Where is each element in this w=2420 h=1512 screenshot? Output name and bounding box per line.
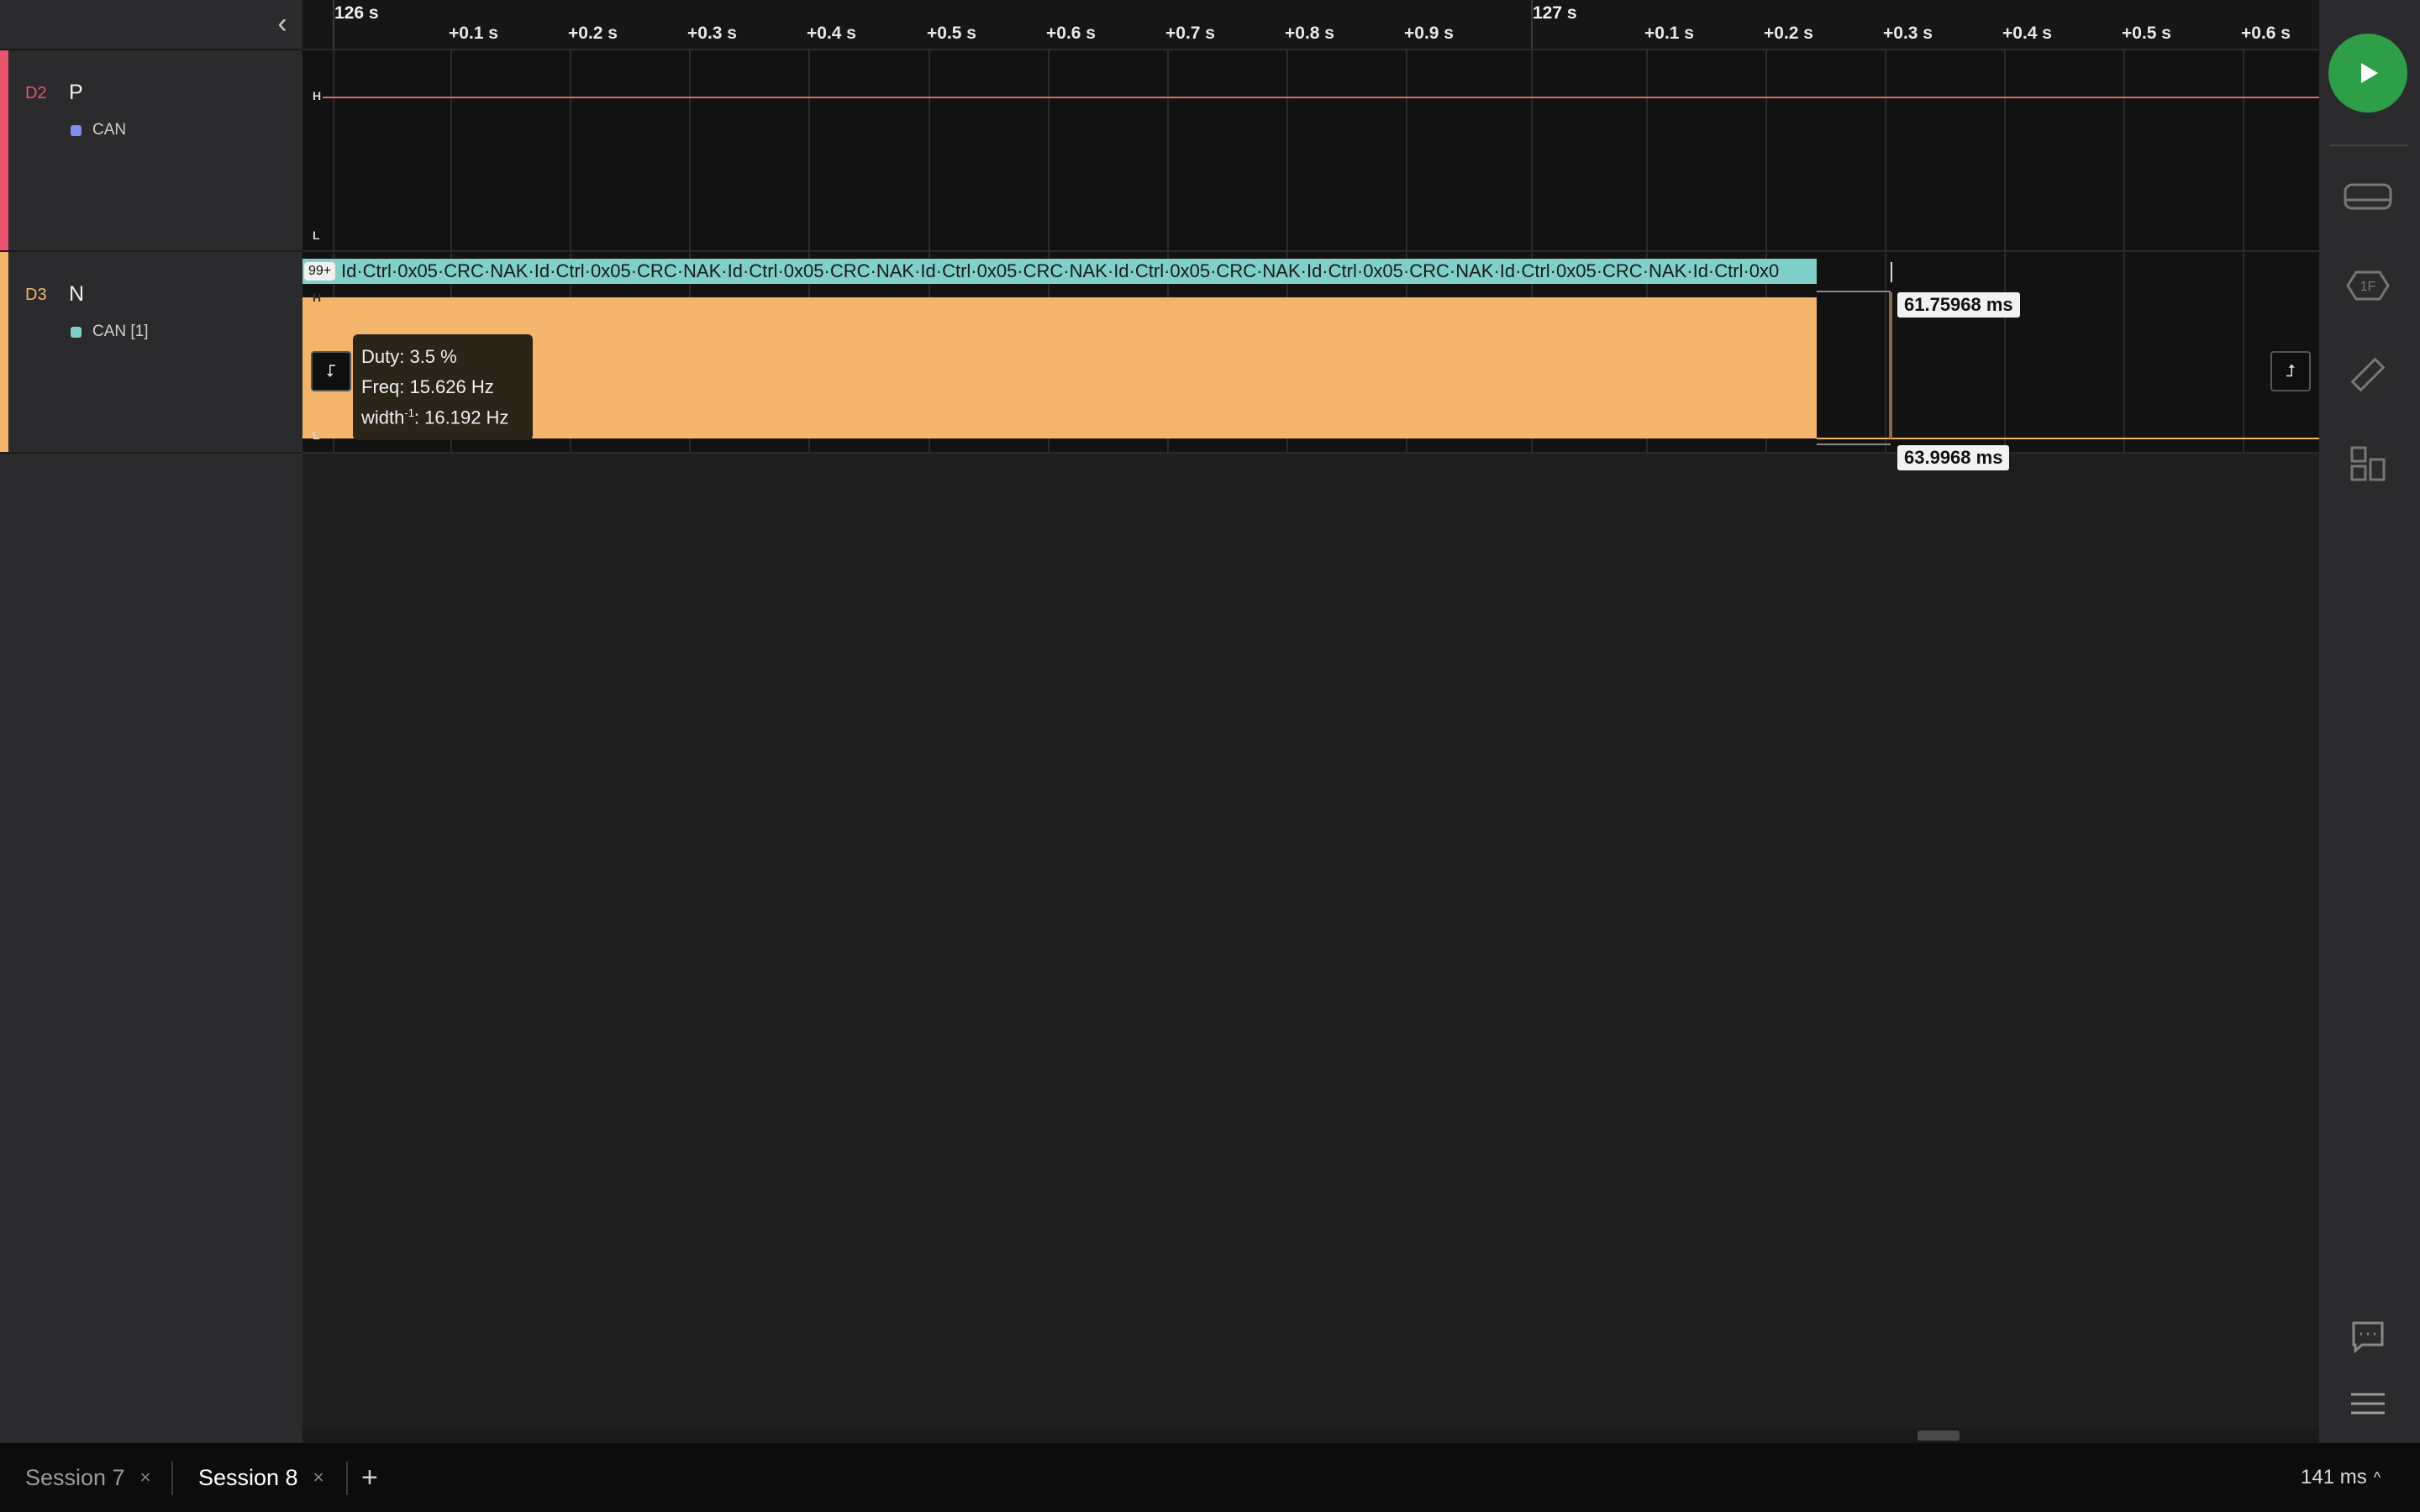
ruler-tick-label: +0.3 s xyxy=(687,24,737,43)
channel-color-bar xyxy=(0,50,8,250)
ruler-major-label: 127 s xyxy=(1533,3,1577,23)
gridline xyxy=(1885,49,1886,454)
analyzer-name[interactable]: CAN xyxy=(92,121,126,139)
width-inverse-value: width-1: 16.192 Hz xyxy=(361,407,508,428)
d3-rising-edge xyxy=(1889,292,1892,438)
frame-count-badge: 99+ xyxy=(304,262,336,281)
gridline xyxy=(2123,49,2125,454)
close-tab-icon[interactable]: × xyxy=(140,1467,151,1488)
analyzer-frames-text: Id·Ctrl·0x05·CRC·NAK·Id·Ctrl·0x05·CRC·NA… xyxy=(341,260,1780,281)
width-inverse-exponent: -1 xyxy=(404,407,414,419)
measurement-upper-label: 61.75968 ms xyxy=(1897,292,2020,318)
ruler-major-tick xyxy=(333,0,334,49)
channel-row-d3[interactable]: D3 N CAN [1] xyxy=(0,252,302,454)
scrollbar-thumb[interactable] xyxy=(1918,1431,1960,1441)
ruler-tick-label: +0.4 s xyxy=(807,24,856,43)
tab-label: Session 8 xyxy=(198,1464,298,1490)
ruler-tick-label: +0.8 s xyxy=(1285,24,1334,43)
analyzer-color-dot xyxy=(71,327,82,338)
tab-divider xyxy=(171,1462,173,1495)
cursor-marker xyxy=(1891,262,1892,282)
analyzer-icon[interactable]: 1F xyxy=(2344,261,2392,310)
channel-name[interactable]: P xyxy=(69,81,83,105)
ruler-tick-label: +0.5 s xyxy=(2122,24,2171,43)
channel-name[interactable]: N xyxy=(69,282,84,307)
falling-edge-nav-icon[interactable]: ⮦ xyxy=(311,351,351,391)
ruler-tick-label: +0.6 s xyxy=(1046,24,1096,43)
high-level-marker: H xyxy=(313,291,322,304)
gridline xyxy=(2004,49,2006,454)
ruler-major-tick xyxy=(1531,0,1533,49)
ruler-tick-label: +0.7 s xyxy=(1165,24,1215,43)
ruler-tick-label: +0.1 s xyxy=(449,24,498,43)
channel-row-d2[interactable]: D2 P CAN xyxy=(0,50,302,252)
tab-session-8[interactable]: Session 8 × xyxy=(198,1443,324,1512)
tab-session-7[interactable]: Session 7 × xyxy=(25,1443,150,1512)
ruler-major-label: 126 s xyxy=(334,3,379,23)
low-level-marker: L xyxy=(313,228,320,242)
waveform-plot[interactable]: +0.1 s +0.2 s +0.3 s +0.4 s +0.5 s +0.6 s +0.7… xyxy=(302,0,2319,1443)
analyzer-color-dot xyxy=(71,125,82,136)
rising-edge-nav-icon[interactable]: ⮥ xyxy=(2270,351,2311,391)
low-level-marker: L xyxy=(313,428,320,442)
ruler-tick-label: +0.2 s xyxy=(1764,24,1813,43)
measurement-lower-label: 63.9968 ms xyxy=(1897,445,2010,470)
high-level-marker: H xyxy=(313,89,322,102)
ruler-tick-label: +0.1 s xyxy=(1644,24,1694,43)
duration-value: 141 ms xyxy=(2301,1466,2367,1488)
ruler-tick-label: +0.6 s xyxy=(2241,24,2291,43)
width-dimension-line xyxy=(1817,444,1891,445)
time-ruler[interactable]: +0.1 s +0.2 s +0.3 s +0.4 s +0.5 s +0.6 s +0.7… xyxy=(302,0,2319,50)
extensions-icon[interactable] xyxy=(2344,439,2392,488)
duration-status[interactable]: 141 ms ^ xyxy=(2301,1443,2381,1512)
analyzer-frames-bar[interactable]: 99+ Id·Ctrl·0x05·CRC·NAK·Id·Ctrl·0x05·CR… xyxy=(302,259,1817,284)
freq-value: Freq: 15.626 Hz xyxy=(361,376,494,397)
duty-value: Duty: 3.5 % xyxy=(361,346,457,367)
width-inverse-number: : 16.192 Hz xyxy=(413,407,509,428)
channel-id: D3 xyxy=(25,286,47,304)
ruler-tick-label: +0.4 s xyxy=(2002,24,2052,43)
measurement-tooltip: Duty: 3.5 % Freq: 15.626 Hz width-1: 16.… xyxy=(353,334,533,440)
device-icon[interactable] xyxy=(2344,172,2392,221)
tab-label: Session 7 xyxy=(25,1464,125,1490)
waveform-row-d2[interactable] xyxy=(302,50,2319,252)
comment-icon[interactable] xyxy=(2344,1312,2392,1361)
d2-signal-trace xyxy=(323,97,2319,98)
period-dimension-line xyxy=(1817,291,1891,292)
ruler-tick-label: +0.9 s xyxy=(1404,24,1454,43)
add-tab-button[interactable]: + xyxy=(361,1443,378,1512)
play-icon[interactable] xyxy=(2328,34,2407,113)
analyzer-name[interactable]: CAN [1] xyxy=(92,323,149,341)
ruler-tick-label: +0.2 s xyxy=(568,24,618,43)
expand-caret-icon: ^ xyxy=(2373,1468,2381,1486)
ruler-tick-label: +0.5 s xyxy=(927,24,976,43)
channel-panel-header: ‹ xyxy=(0,0,302,50)
width-inverse-prefix: width xyxy=(361,407,405,428)
toolbar-divider xyxy=(2329,144,2408,146)
channel-color-bar xyxy=(0,252,8,452)
horizontal-scrollbar[interactable] xyxy=(302,1428,2319,1443)
gridline xyxy=(2243,49,2244,454)
menu-icon[interactable] xyxy=(2344,1379,2392,1428)
session-tab-bar: Session 7 × Session 8 × + 141 ms ^ xyxy=(0,1443,2420,1512)
tab-divider xyxy=(346,1462,348,1495)
svg-text:1F: 1F xyxy=(2360,280,2376,294)
collapse-panel-icon[interactable]: ‹ xyxy=(267,8,297,39)
ruler-tick-label: +0.3 s xyxy=(1883,24,1933,43)
channel-id: D2 xyxy=(25,84,47,102)
ruler-icon[interactable] xyxy=(2344,350,2392,399)
close-tab-icon[interactable]: × xyxy=(313,1467,324,1488)
